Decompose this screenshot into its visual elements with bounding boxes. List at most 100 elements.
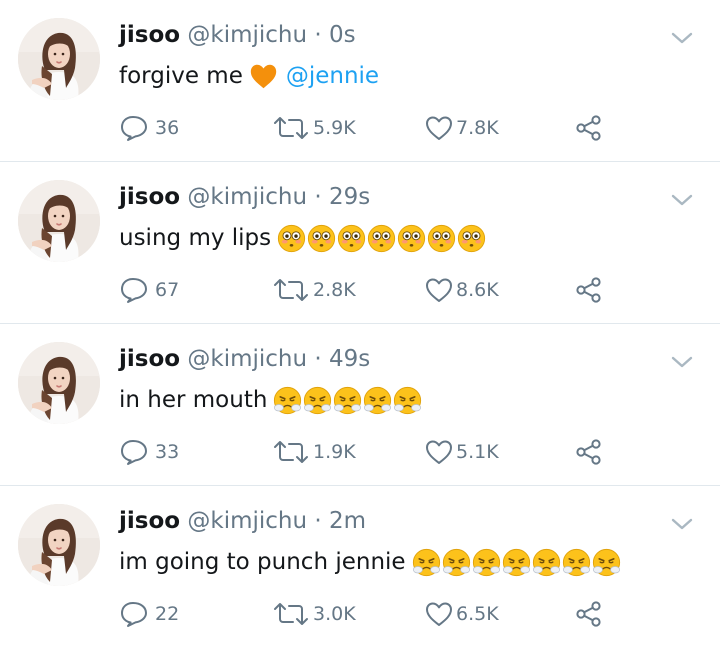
retweet-count: 2.8K <box>313 279 356 301</box>
tweet[interactable]: jisoo @kimjichu · 2m im going to punch j… <box>0 486 720 648</box>
tweet-text: forgive me @jennie <box>119 60 379 92</box>
share-button[interactable] <box>574 438 604 466</box>
like-button[interactable]: 7.8K <box>424 114 499 142</box>
avatar[interactable] <box>18 342 100 424</box>
flushed-face-emoji <box>277 224 306 253</box>
chevron-down-icon[interactable] <box>670 516 694 532</box>
reply-count: 67 <box>155 279 180 301</box>
tweet-header: jisoo @kimjichu · 2m <box>119 506 366 536</box>
heart-icon <box>424 600 454 628</box>
display-name[interactable]: jisoo <box>119 184 180 210</box>
flushed-face-emoji <box>307 224 336 253</box>
timestamp[interactable]: 0s <box>329 22 356 48</box>
separator-dot: · <box>314 346 322 372</box>
retweet-button[interactable]: 3.0K <box>271 600 356 628</box>
like-button[interactable]: 5.1K <box>424 438 499 466</box>
share-button[interactable] <box>574 600 604 628</box>
user-handle[interactable]: @kimjichu <box>187 22 307 48</box>
tweet-actions: 67 2.8K 8.6K <box>119 276 619 306</box>
separator-dot: · <box>314 508 322 534</box>
separator-dot: · <box>314 184 322 210</box>
timestamp[interactable]: 2m <box>329 508 366 534</box>
orange-heart-emoji <box>249 62 278 91</box>
retweet-icon <box>271 276 311 304</box>
like-count: 7.8K <box>456 117 499 139</box>
steam-face-emoji <box>303 386 332 415</box>
like-count: 8.6K <box>456 279 499 301</box>
steam-face-emoji <box>502 548 531 577</box>
reply-button[interactable]: 33 <box>119 438 179 466</box>
reply-icon <box>119 438 149 466</box>
reply-count: 22 <box>155 603 180 625</box>
retweet-count: 3.0K <box>313 603 356 625</box>
tweet-feed: jisoo @kimjichu · 0s forgive me @jennie … <box>0 0 720 648</box>
flushed-face-emoji <box>457 224 486 253</box>
reply-button[interactable]: 36 <box>119 114 179 142</box>
mention-link[interactable]: @jennie <box>286 60 379 92</box>
avatar[interactable] <box>18 180 100 262</box>
tweet[interactable]: jisoo @kimjichu · 29s using my lips 67 2… <box>0 162 720 324</box>
retweet-count: 5.9K <box>313 117 356 139</box>
retweet-icon <box>271 114 311 142</box>
flushed-face-emoji <box>337 224 366 253</box>
chevron-down-icon[interactable] <box>670 354 694 370</box>
tweet-header: jisoo @kimjichu · 49s <box>119 344 370 374</box>
tweet[interactable]: jisoo @kimjichu · 0s forgive me @jennie … <box>0 0 720 162</box>
tweet-actions: 36 5.9K 7.8K <box>119 114 619 144</box>
chevron-down-icon[interactable] <box>670 192 694 208</box>
steam-face-emoji <box>363 386 392 415</box>
flushed-face-emoji <box>397 224 426 253</box>
tweet-text-content: forgive me <box>119 63 243 89</box>
retweet-button[interactable]: 5.9K <box>271 114 356 142</box>
heart-icon <box>424 276 454 304</box>
user-handle[interactable]: @kimjichu <box>187 508 307 534</box>
display-name[interactable]: jisoo <box>119 22 180 48</box>
share-icon <box>574 114 604 142</box>
share-icon <box>574 438 604 466</box>
retweet-icon <box>271 600 311 628</box>
retweet-icon <box>271 438 311 466</box>
tweet-text-content: using my lips <box>119 225 272 251</box>
tweet[interactable]: jisoo @kimjichu · 49s in her mouth 33 1.… <box>0 324 720 486</box>
emoji-row <box>277 224 486 253</box>
heart-icon <box>424 438 454 466</box>
user-handle[interactable]: @kimjichu <box>187 346 307 372</box>
reply-button[interactable]: 22 <box>119 600 179 628</box>
flushed-face-emoji <box>367 224 396 253</box>
tweet-text-content: im going to punch jennie <box>119 549 406 575</box>
display-name[interactable]: jisoo <box>119 346 180 372</box>
emoji-row <box>412 548 621 577</box>
tweet-actions: 22 3.0K 6.5K <box>119 600 619 630</box>
steam-face-emoji <box>273 386 302 415</box>
reply-icon <box>119 114 149 142</box>
chevron-down-icon[interactable] <box>670 30 694 46</box>
avatar[interactable] <box>18 504 100 586</box>
tweet-text-content: in her mouth <box>119 387 268 413</box>
emoji-row <box>273 386 422 415</box>
share-button[interactable] <box>574 276 604 304</box>
flushed-face-emoji <box>427 224 456 253</box>
reply-icon <box>119 600 149 628</box>
tweet-header: jisoo @kimjichu · 0s <box>119 20 356 50</box>
reply-button[interactable]: 67 <box>119 276 179 304</box>
retweet-button[interactable]: 1.9K <box>271 438 356 466</box>
tweet-header: jisoo @kimjichu · 29s <box>119 182 370 212</box>
like-button[interactable]: 8.6K <box>424 276 499 304</box>
tweet-text: using my lips <box>119 222 486 254</box>
retweet-button[interactable]: 2.8K <box>271 276 356 304</box>
heart-icon <box>424 114 454 142</box>
share-icon <box>574 600 604 628</box>
share-button[interactable] <box>574 114 604 142</box>
user-handle[interactable]: @kimjichu <box>187 184 307 210</box>
like-count: 6.5K <box>456 603 499 625</box>
steam-face-emoji <box>442 548 471 577</box>
reply-count: 33 <box>155 441 180 463</box>
steam-face-emoji <box>412 548 441 577</box>
timestamp[interactable]: 29s <box>329 184 370 210</box>
like-button[interactable]: 6.5K <box>424 600 499 628</box>
tweet-text: in her mouth <box>119 384 422 416</box>
timestamp[interactable]: 49s <box>329 346 370 372</box>
display-name[interactable]: jisoo <box>119 508 180 534</box>
tweet-actions: 33 1.9K 5.1K <box>119 438 619 468</box>
avatar[interactable] <box>18 18 100 100</box>
